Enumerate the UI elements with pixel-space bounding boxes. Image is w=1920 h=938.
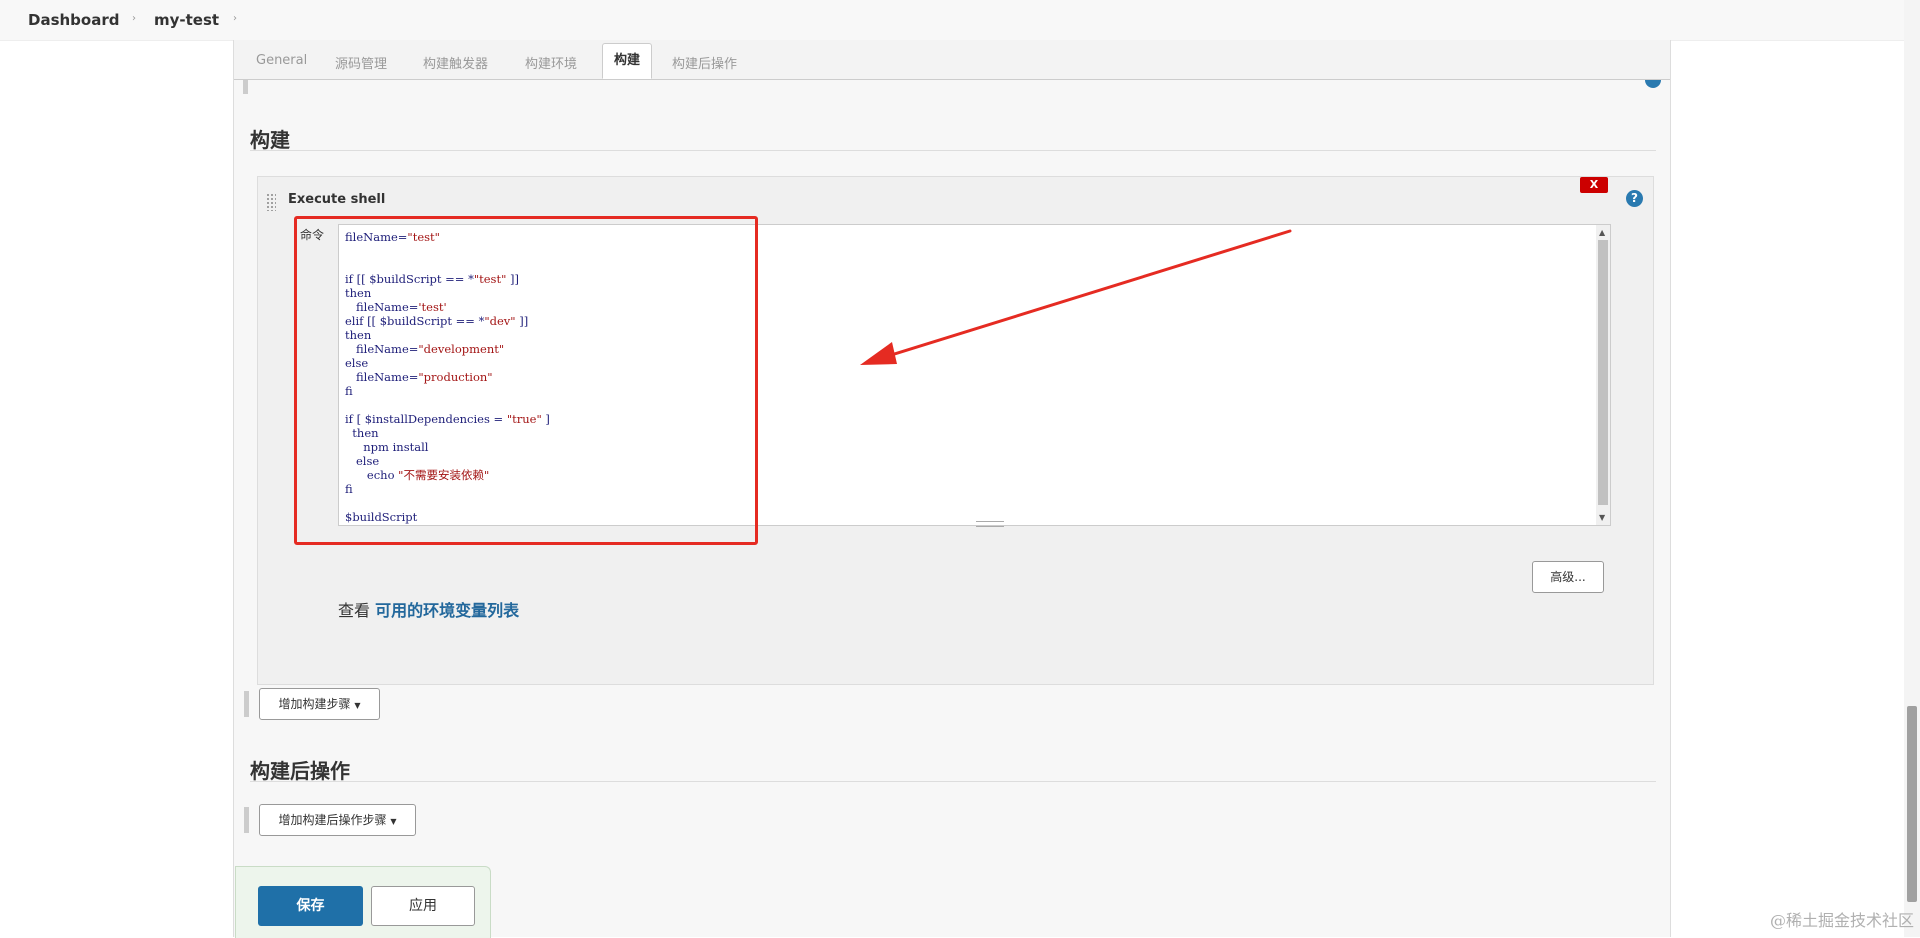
apply-button[interactable]: 应用	[371, 886, 475, 926]
previous-section-stub	[243, 80, 248, 94]
save-button[interactable]: 保存	[258, 886, 363, 926]
add-post-build-step-label: 增加构建后操作步骤	[278, 813, 387, 827]
add-build-step-label: 增加构建步骤	[278, 697, 351, 711]
divider	[250, 781, 1656, 782]
advanced-button[interactable]: 高级...	[1532, 561, 1604, 593]
tab-post-build[interactable]: 构建后操作	[672, 53, 737, 72]
add-build-step-button[interactable]: 增加构建步骤 ▼	[259, 688, 380, 720]
env-vars-link[interactable]: 可用的环境变量列表	[375, 601, 519, 620]
page-scrollbar[interactable]	[1904, 0, 1920, 937]
env-vars-prefix: 查看	[338, 601, 371, 620]
scrollbar-thumb[interactable]	[1598, 240, 1608, 505]
help-icon[interactable]	[1645, 80, 1661, 88]
breadcrumb-dashboard[interactable]: Dashboard	[28, 11, 119, 29]
env-vars-line: 查看 可用的环境变量列表	[338, 597, 519, 621]
page-scrollbar-thumb[interactable]	[1907, 706, 1917, 902]
tab-general[interactable]: General	[256, 53, 307, 68]
help-icon[interactable]: ?	[1626, 190, 1643, 207]
divider	[250, 150, 1656, 151]
step-stub	[244, 807, 249, 833]
resize-handle[interactable]	[976, 521, 1004, 527]
drag-handle-icon[interactable]	[266, 193, 276, 211]
breadcrumb: Dashboard › my-test ›	[0, 0, 1920, 41]
config-tabs: General 源码管理 构建触发器 构建环境 构建 构建后操作	[234, 40, 1670, 80]
delete-step-button[interactable]: X	[1580, 177, 1608, 193]
build-section-title: 构建	[250, 128, 290, 152]
tab-build-triggers[interactable]: 构建触发器	[423, 53, 488, 72]
dropdown-caret-icon: ▼	[354, 701, 361, 710]
textarea-scrollbar[interactable]: ▲ ▼	[1596, 225, 1610, 525]
breadcrumb-job[interactable]: my-test	[154, 11, 219, 29]
highlight-annotation	[294, 216, 758, 545]
tab-build[interactable]: 构建	[602, 43, 653, 79]
breadcrumb-separator-icon[interactable]: ›	[132, 13, 136, 24]
step-title: Execute shell	[288, 192, 386, 207]
step-stub	[244, 691, 249, 717]
scroll-down-icon[interactable]: ▼	[1599, 513, 1605, 522]
tab-build-environment[interactable]: 构建环境	[525, 53, 577, 72]
tab-source-control[interactable]: 源码管理	[335, 53, 387, 72]
add-post-build-step-button[interactable]: 增加构建后操作步骤 ▼	[259, 804, 416, 836]
post-build-section-title: 构建后操作	[250, 759, 350, 783]
watermark: @稀土掘金技术社区	[1769, 911, 1914, 930]
breadcrumb-separator-icon[interactable]: ›	[233, 13, 237, 24]
scroll-up-icon[interactable]: ▲	[1599, 228, 1605, 237]
dropdown-caret-icon: ▼	[390, 817, 397, 826]
